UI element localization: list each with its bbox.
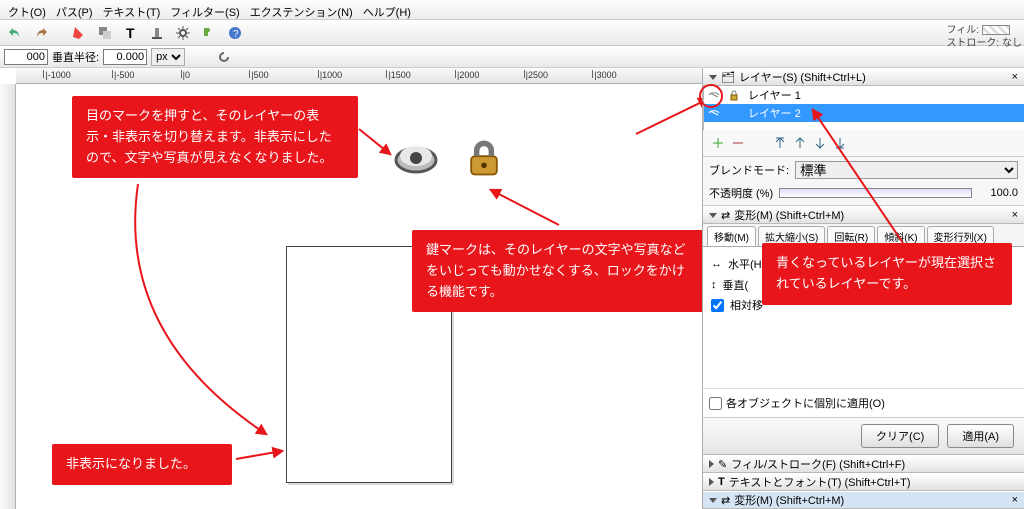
callout-hidden: 非表示になりました。 xyxy=(52,444,232,485)
layer-down-button[interactable] xyxy=(811,134,829,152)
coord-unit[interactable]: px xyxy=(151,48,185,66)
fillstroke-panel-header[interactable]: ✎フィル/ストローク(F) (Shift+Ctrl+F) xyxy=(703,455,1024,473)
textfont-panel-header[interactable]: Tテキストとフォント(T) (Shift+Ctrl+T) xyxy=(703,473,1024,491)
layer-row-2[interactable]: レイヤー 2 xyxy=(704,104,1024,122)
layer-bottom-button[interactable] xyxy=(831,134,849,152)
layer-row-1[interactable]: レイヤー 1 xyxy=(704,86,1024,104)
canvas[interactable]: |-1000 |-500 |0 |500 |1000 |1500 |2000 |… xyxy=(0,68,702,509)
layer-top-button[interactable] xyxy=(771,134,789,152)
layer-list[interactable]: レイヤー 1 レイヤー 2 xyxy=(703,86,1024,130)
close-icon[interactable]: × xyxy=(1012,209,1018,221)
relative-label: 相対移 xyxy=(730,297,763,313)
coord-field-1[interactable] xyxy=(4,49,48,65)
menu-text[interactable]: テキスト(T) xyxy=(99,2,165,17)
redo-button[interactable] xyxy=(30,22,52,44)
opacity-slider[interactable] xyxy=(779,188,972,198)
eye-closed-icon[interactable] xyxy=(708,89,720,101)
callout-eye: 目のマークを押すと、そのレイヤーの表示・非表示を切り替えます。非表示にしたので、… xyxy=(72,96,358,178)
clone-icon[interactable] xyxy=(94,22,116,44)
text-icon[interactable]: T xyxy=(120,22,142,44)
svg-text:T: T xyxy=(126,25,135,41)
ruler-horizontal: |-1000 |-500 |0 |500 |1000 |1500 |2000 |… xyxy=(16,68,702,84)
coord-bar: 垂直半径: px xyxy=(0,46,1024,68)
menu-path[interactable]: パス(P) xyxy=(52,2,97,17)
undo-button[interactable] xyxy=(4,22,26,44)
clear-button[interactable]: クリア(C) xyxy=(861,424,939,448)
lock-icon xyxy=(462,136,506,183)
marker-icon[interactable] xyxy=(68,22,90,44)
layer-tools xyxy=(703,130,1024,157)
callout-lock: 鍵マークは、そのレイヤーの文字や写真などをいじっても動かせなくする、ロックをかけ… xyxy=(412,230,702,312)
remove-layer-button[interactable] xyxy=(729,134,747,152)
close-icon[interactable]: × xyxy=(1012,494,1018,506)
blend-mode-row: ブレンドモード: 標準 xyxy=(703,157,1024,183)
eye-closed-icon[interactable] xyxy=(708,107,720,119)
button-row: クリア(C) 適用(A) xyxy=(703,417,1024,454)
layer-label: レイヤー 2 xyxy=(748,105,801,121)
layers-panel-header[interactable]: 🗂 レイヤー(S) (Shift+Ctrl+L) × xyxy=(703,68,1024,86)
opacity-label: 不透明度 (%) xyxy=(709,185,773,201)
help-icon[interactable]: ? xyxy=(224,22,246,44)
tab-move[interactable]: 移動(M) xyxy=(707,226,756,246)
apply-each-checkbox[interactable] xyxy=(709,397,722,410)
opacity-row: 不透明度 (%) 100.0 xyxy=(703,183,1024,206)
coord-field-2[interactable] xyxy=(103,49,147,65)
reset-icon[interactable] xyxy=(213,46,235,68)
side-panel: フィル: ストローク: なし 🗂 レイヤー(S) (Shift+Ctrl+L) … xyxy=(702,68,1024,509)
eye-icon xyxy=(392,136,440,187)
close-icon[interactable]: × xyxy=(1012,71,1018,83)
stamp-icon[interactable] xyxy=(146,22,168,44)
opacity-value: 100.0 xyxy=(978,187,1018,199)
lock-small-icon[interactable] xyxy=(728,89,740,101)
gear-icon[interactable] xyxy=(172,22,194,44)
menubar[interactable]: クト(O) パス(P) テキスト(T) フィルター(S) エクステンション(N)… xyxy=(0,0,1024,20)
v-label: 垂直( xyxy=(723,277,749,293)
callout-blue: 青くなっているレイヤーが現在選択されているレイヤーです。 xyxy=(762,243,1012,305)
svg-text:?: ? xyxy=(233,29,239,40)
layer-up-button[interactable] xyxy=(791,134,809,152)
layer-label: レイヤー 1 xyxy=(748,87,801,103)
blend-label: ブレンドモード: xyxy=(709,162,789,178)
ruler-vertical xyxy=(0,84,16,509)
relative-checkbox[interactable] xyxy=(711,299,724,312)
puzzle-icon[interactable] xyxy=(198,22,220,44)
fill-stroke-indicator: フィル: ストローク: なし xyxy=(946,24,1022,50)
add-layer-button[interactable] xyxy=(709,134,727,152)
transform-panel-header[interactable]: ⇄ 変形(M) (Shift+Ctrl+M) × xyxy=(703,206,1024,224)
toolbar: T ? xyxy=(0,20,1024,46)
menu-help[interactable]: ヘルプ(H) xyxy=(359,2,415,17)
menu-filter[interactable]: フィルター(S) xyxy=(166,2,243,17)
menu-object[interactable]: クト(O) xyxy=(4,2,50,17)
transform2-panel-header[interactable]: ⇄変形(M) (Shift+Ctrl+M)× xyxy=(703,491,1024,509)
apply-each-row: 各オブジェクトに個別に適用(O) xyxy=(703,388,1024,417)
apply-button[interactable]: 適用(A) xyxy=(947,424,1014,448)
blend-select[interactable]: 標準 xyxy=(795,161,1018,179)
menu-ext[interactable]: エクステンション(N) xyxy=(246,2,357,17)
coord-label: 垂直半径: xyxy=(52,49,99,65)
apply-each-label: 各オブジェクトに個別に適用(O) xyxy=(726,395,885,411)
